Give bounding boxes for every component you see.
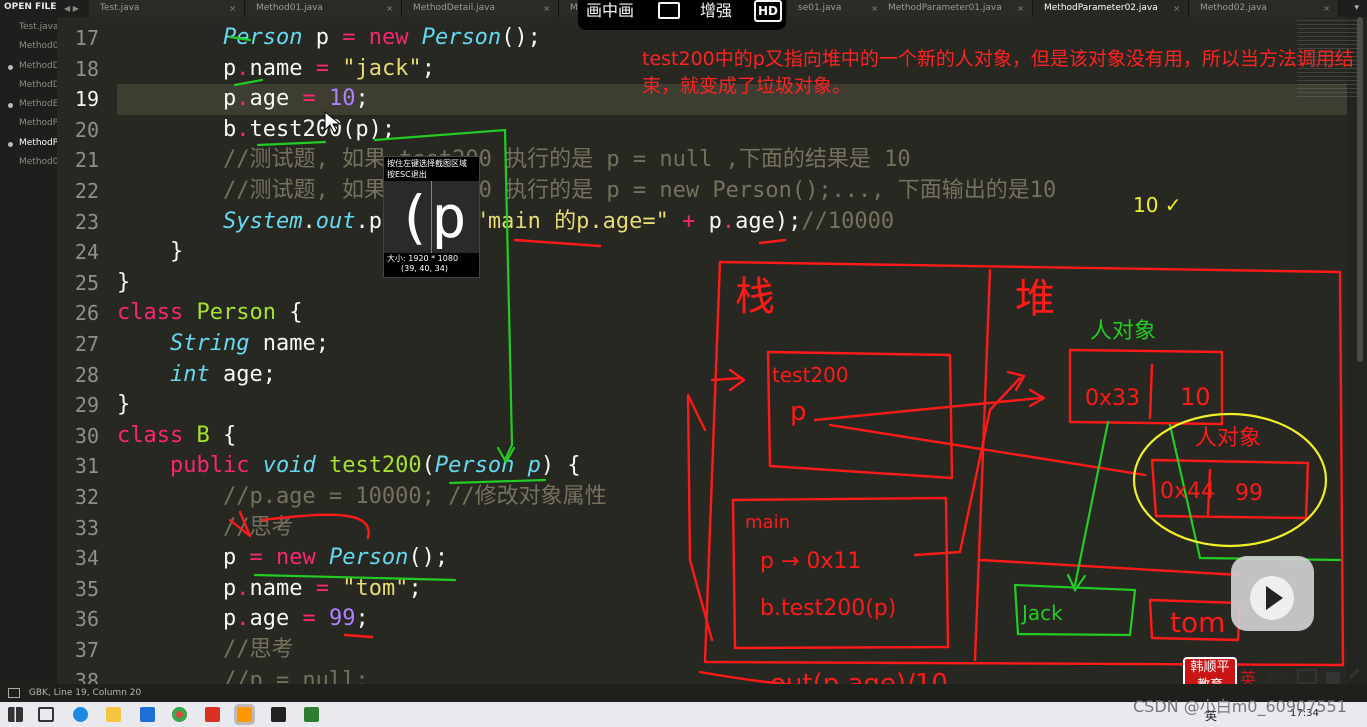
mouse-cursor-icon bbox=[324, 110, 342, 134]
video-play-icon[interactable] bbox=[1231, 556, 1314, 631]
brand-name: 韩顺平 bbox=[1190, 660, 1230, 675]
task-view-icon[interactable] bbox=[38, 707, 54, 722]
keyboard-icon[interactable] bbox=[1297, 669, 1318, 684]
frame-test200-p: p bbox=[790, 397, 807, 427]
jack-label: Jack bbox=[1020, 601, 1063, 625]
status-panel-icon[interactable] bbox=[8, 687, 20, 698]
shirt-icon[interactable] bbox=[1326, 672, 1341, 684]
obj2-label: 人对象 bbox=[1195, 426, 1261, 451]
chrome-icon[interactable] bbox=[172, 707, 187, 722]
heap-obj1-addr: 0x33 bbox=[1085, 386, 1140, 411]
file-explorer-icon[interactable] bbox=[106, 707, 121, 722]
frame-test200-label: test200 bbox=[772, 363, 849, 387]
heap-label: 堆 bbox=[1015, 276, 1055, 322]
frame-main-label: main bbox=[745, 512, 790, 533]
app-blue-icon[interactable] bbox=[140, 707, 155, 722]
csdn-watermark: CSDN @小白m0_60907551 bbox=[1133, 697, 1347, 716]
check-mark: 10 ✓ bbox=[1133, 193, 1182, 217]
status-text: GBK, Line 19, Column 20 bbox=[28, 688, 142, 698]
xmind-icon[interactable] bbox=[205, 707, 220, 722]
handwriting-layer: 栈 堆 0x33 10 test200 p main p → 0x11 b.te… bbox=[228, 35, 1345, 699]
app-green-icon[interactable] bbox=[304, 707, 319, 722]
sublime-text-icon[interactable] bbox=[237, 707, 252, 722]
obj2-addr: 0x44 bbox=[1160, 479, 1215, 504]
obj1-label: 人对象 bbox=[1090, 319, 1156, 344]
frame-main-call: b.test200(p) bbox=[760, 596, 896, 621]
edge-icon[interactable] bbox=[73, 707, 88, 722]
stack-label: 栈 bbox=[735, 274, 775, 320]
obj2-age: 99 bbox=[1235, 481, 1263, 506]
tom-label: tom bbox=[1170, 606, 1225, 639]
frame-main-p: p → 0x11 bbox=[760, 549, 861, 574]
terminal-icon[interactable] bbox=[271, 707, 286, 722]
windows-start-icon[interactable] bbox=[8, 707, 23, 722]
heap-obj1-age: 10 bbox=[1180, 383, 1211, 411]
